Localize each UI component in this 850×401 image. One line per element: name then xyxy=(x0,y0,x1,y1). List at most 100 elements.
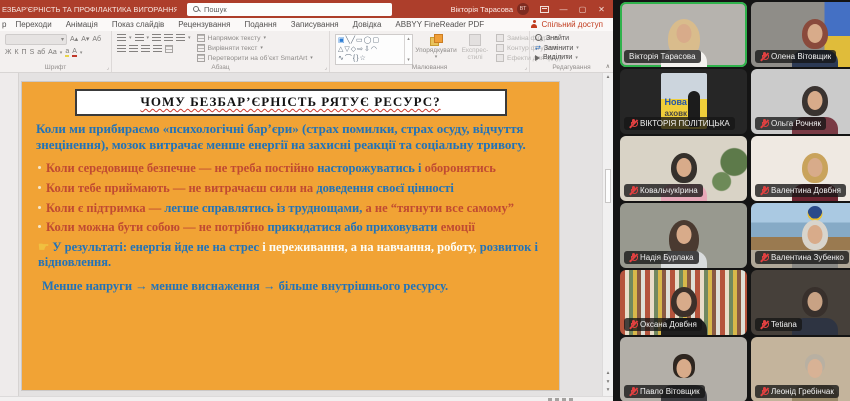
align-text-button[interactable]: Вирівняти текст ▾ xyxy=(196,44,313,52)
char-spacing-button[interactable]: аб xyxy=(37,49,45,56)
slide-canvas: ЧОМУ БЕЗБАР’ЄРНІСТЬ РЯТУЄ РЕСУРС? Коли м… xyxy=(19,73,602,396)
account-button[interactable]: Вікторія Тарасова ВТ xyxy=(451,3,529,15)
minimize-button[interactable]: — xyxy=(554,0,573,18)
tab-recording[interactable]: Записування xyxy=(284,20,346,29)
ribbon-tab-row: р Переходи Анімація Показ слайдів Реценз… xyxy=(0,18,613,31)
close-button[interactable]: ✕ xyxy=(592,0,611,18)
next-slide-button[interactable]: ▾ xyxy=(607,379,610,387)
font-color-button[interactable]: А xyxy=(72,48,77,57)
grow-font-button[interactable]: А▴ xyxy=(70,36,78,43)
change-case-button[interactable]: Аа xyxy=(48,49,57,56)
powerpoint-window: ЕЗБАР’ЄРНІСТЬ ТА ПРОФІЛАКТИКА ВИГОРАННЯ … xyxy=(0,0,613,401)
font-name-dropdown[interactable] xyxy=(5,34,67,45)
vertical-scrollbar[interactable]: ▴ ▴ ▾ ▾ xyxy=(602,73,613,396)
view-reading-icon[interactable] xyxy=(562,397,566,401)
slide-title-box[interactable]: ЧОМУ БЕЗБАР’ЄРНІСТЬ РЯТУЄ РЕСУРС? xyxy=(74,89,507,116)
share-button[interactable]: Спільний доступ xyxy=(530,20,603,29)
select-icon xyxy=(535,54,540,61)
shape-icons: ▣╲╱▭◯▢ △▽◇⇨⇩◠ ∿⌒{}☆ xyxy=(338,37,381,62)
video-tile-olha-rochniak[interactable]: Ольга Рочняк xyxy=(751,69,850,134)
mic-muted-icon xyxy=(760,387,769,397)
indent-increase-icon[interactable] xyxy=(164,34,174,42)
select-button[interactable]: Виділити ▾ xyxy=(535,54,609,61)
tab-animations[interactable]: Анімація xyxy=(59,20,105,29)
video-tile-valentyna-zubenko[interactable]: Валентина Зубенко xyxy=(751,203,850,268)
paragraph-icons: ▾ ▾ ▾ xyxy=(117,34,191,64)
video-tile-leonid-hrebinchak[interactable]: Леонід Гребінчак xyxy=(751,337,850,401)
tab-abbyy[interactable]: ABBYY FineReader PDF xyxy=(388,20,491,29)
screen: ЕЗБАР’ЄРНІСТЬ ТА ПРОФІЛАКТИКА ВИГОРАННЯ … xyxy=(0,0,850,401)
strikethrough-button[interactable]: S xyxy=(30,49,35,56)
mic-muted-icon xyxy=(760,52,769,62)
highlight-color-button[interactable]: а xyxy=(65,48,70,57)
indent-decrease-icon[interactable] xyxy=(152,34,162,42)
quick-styles-button[interactable]: Експрес- стилі xyxy=(459,34,491,62)
mic-muted-icon xyxy=(760,253,769,263)
mic-muted-icon xyxy=(629,119,638,129)
account-name: Вікторія Тарасова xyxy=(450,4,513,14)
slide-title: ЧОМУ БЕЗБАР’ЄРНІСТЬ РЯТУЄ РЕСУРС? xyxy=(140,94,441,109)
view-slideshow-icon[interactable] xyxy=(569,397,573,401)
gallery-scrollbar[interactable]: ▴ ▾ xyxy=(404,35,412,64)
video-tile-viktoriia-politytska[interactable]: Нова аховк ВІКТОРІЯ ПОЛІТИЦЬКА xyxy=(620,69,747,134)
columns-icon[interactable] xyxy=(165,45,173,53)
participant-label: Оксана Довбня xyxy=(624,318,702,331)
video-tile-kovalchuk-iryna[interactable]: КовальчукІрина xyxy=(620,136,747,201)
video-tile-valentyna-dovbnia[interactable]: Валентина Довбня xyxy=(751,136,850,201)
quick-styles-icon xyxy=(469,34,481,46)
shapes-gallery[interactable]: ▣╲╱▭◯▢ △▽◇⇨⇩◠ ∿⌒{}☆ ▴ ▾ xyxy=(335,34,413,65)
previous-slide-button[interactable]: ▴ xyxy=(607,370,610,378)
align-center-icon[interactable] xyxy=(129,45,138,53)
video-tile-nadiia-burlaka[interactable]: Надія Бурлака xyxy=(620,203,747,268)
scrollbar-thumb[interactable] xyxy=(605,169,611,203)
align-left-icon[interactable] xyxy=(117,45,126,53)
scroll-down-icon[interactable]: ▾ xyxy=(607,387,610,395)
shape-outline-icon xyxy=(496,44,504,52)
restore-button[interactable]: ▢ xyxy=(573,0,592,18)
search-icon xyxy=(193,5,200,13)
text-direction-icon xyxy=(196,34,205,42)
tab-slideshow[interactable]: Показ слайдів xyxy=(105,20,171,29)
search-input[interactable]: Пошук xyxy=(187,2,392,16)
find-button[interactable]: Знайти xyxy=(535,34,609,42)
bullet-item: Коли можна бути собою — не потрібно прик… xyxy=(38,220,551,235)
align-right-icon[interactable] xyxy=(141,45,150,53)
bullets-icon[interactable] xyxy=(117,34,126,42)
text-direction-button[interactable]: Напрямок тексту ▾ xyxy=(196,34,313,42)
tab-review[interactable]: Рецензування xyxy=(171,20,237,29)
participant-label: Tetiana xyxy=(755,318,802,331)
drawing-group-expander[interactable]: ⌟ xyxy=(525,65,527,71)
video-tile-oksana-dovbnia[interactable]: Оксана Довбня xyxy=(620,270,747,335)
tab-transitions[interactable]: Переходи xyxy=(8,20,58,29)
line-spacing-icon[interactable] xyxy=(176,34,186,42)
tab-help[interactable]: Довідка xyxy=(346,20,389,29)
slide[interactable]: ЧОМУ БЕЗБАР’ЄРНІСТЬ РЯТУЄ РЕСУРС? Коли м… xyxy=(22,82,559,390)
ribbon-group-paragraph: ▾ ▾ ▾ Напрямок тексту ▾ Вирівняти текст … xyxy=(112,31,330,72)
view-sorter-icon[interactable] xyxy=(555,397,559,401)
bold-button[interactable]: Ж xyxy=(5,49,11,56)
view-normal-icon[interactable] xyxy=(548,397,552,401)
font-group-expander[interactable]: ⌟ xyxy=(107,65,109,71)
ribbon-display-options-button[interactable] xyxy=(535,0,554,18)
mic-muted-icon xyxy=(629,320,638,330)
shrink-font-button[interactable]: А▾ xyxy=(81,36,89,43)
numbering-icon[interactable] xyxy=(134,34,144,42)
video-tile-tetiana[interactable]: Tetiana xyxy=(751,270,850,335)
smartart-button[interactable]: Перетворити на об’єкт SmartArt ▾ xyxy=(196,54,313,62)
paragraph-group-expander[interactable]: ⌟ xyxy=(325,65,327,71)
clear-format-button[interactable]: Аб xyxy=(92,36,101,43)
collapse-ribbon-button[interactable]: ∧ xyxy=(606,63,610,70)
slide-thumbnail-panel[interactable] xyxy=(0,73,19,396)
replace-button[interactable]: ⇄ Замінити ▾ xyxy=(535,45,609,52)
arrange-button[interactable]: Упорядкувати ▾ xyxy=(415,34,457,60)
video-tile-pavlo-vitovshchyk[interactable]: Павло Вітовщик xyxy=(620,337,747,401)
tab-view[interactable]: Подання xyxy=(237,20,283,29)
justify-icon[interactable] xyxy=(153,45,162,53)
italic-button[interactable]: К xyxy=(14,49,18,56)
video-tile-olena-vitovshchyk[interactable]: Олена Вітовщик xyxy=(751,2,850,67)
underline-button[interactable]: П xyxy=(22,49,27,56)
video-tile-viktoriia-tarasova[interactable]: Вікторія Тарасова xyxy=(620,2,747,67)
scroll-up-icon[interactable]: ▴ xyxy=(607,74,610,82)
bullet-item: Коли є підтримка — легше справлятись із … xyxy=(38,201,551,216)
smartart-icon xyxy=(196,54,205,62)
